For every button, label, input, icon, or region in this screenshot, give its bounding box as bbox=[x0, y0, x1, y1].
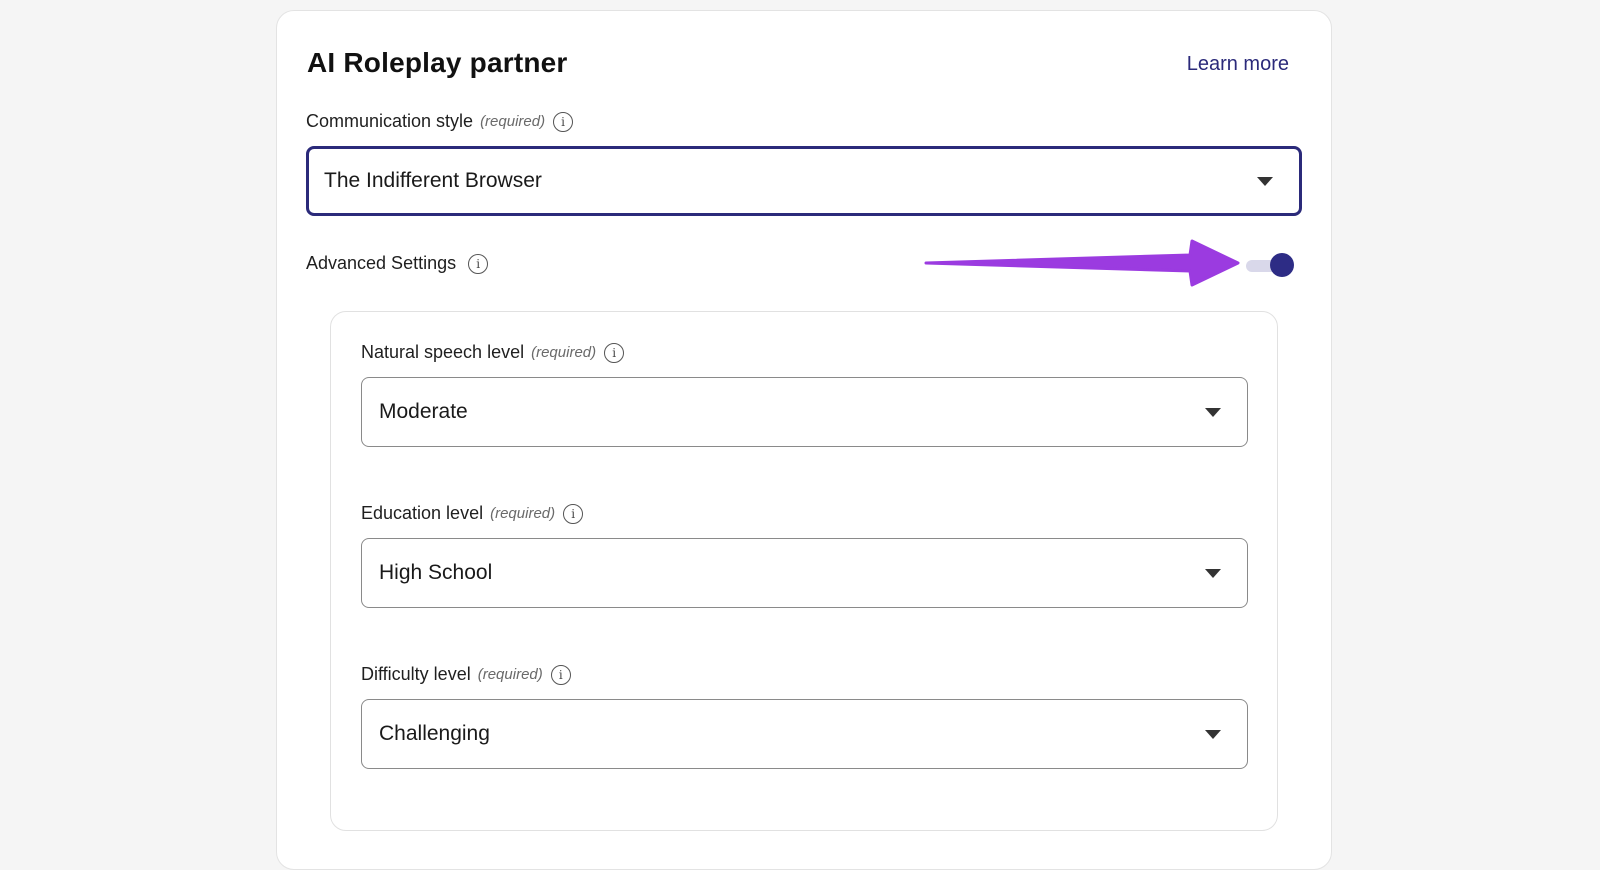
info-icon[interactable]: i bbox=[604, 342, 625, 363]
required-tag: (required) bbox=[531, 344, 597, 361]
info-icon[interactable]: i bbox=[553, 111, 574, 132]
info-icon[interactable]: i bbox=[563, 503, 584, 524]
communication-style-label-text: Communication style bbox=[306, 111, 474, 131]
required-tag: (required) bbox=[480, 113, 546, 130]
arrow-annotation-shape bbox=[924, 239, 1240, 287]
chevron-down-icon bbox=[1205, 569, 1221, 578]
learn-more-link[interactable]: Learn more bbox=[1187, 53, 1289, 76]
communication-style-value: The Indifferent Browser bbox=[324, 169, 542, 192]
advanced-settings-label-text: Advanced Settings bbox=[306, 253, 457, 273]
card-title: AI Roleplay partner bbox=[307, 47, 568, 78]
chevron-down-icon bbox=[1257, 177, 1273, 186]
education-label: Education level (required) i bbox=[361, 503, 584, 524]
education-select[interactable]: High School bbox=[361, 538, 1248, 608]
advanced-settings-toggle[interactable] bbox=[1246, 253, 1296, 279]
arrow-annotation bbox=[924, 239, 1240, 287]
difficulty-value: Challenging bbox=[379, 722, 490, 745]
communication-style-label: Communication style (required) i bbox=[306, 111, 574, 132]
natural-speech-label-text: Natural speech level bbox=[361, 342, 525, 362]
chevron-down-icon bbox=[1205, 730, 1221, 739]
chevron-down-icon bbox=[1205, 408, 1221, 417]
natural-speech-label: Natural speech level (required) i bbox=[361, 342, 625, 363]
natural-speech-value: Moderate bbox=[379, 400, 468, 423]
natural-speech-select[interactable]: Moderate bbox=[361, 377, 1248, 447]
info-icon[interactable]: i bbox=[550, 664, 571, 685]
required-tag: (required) bbox=[490, 505, 556, 522]
toggle-knob bbox=[1270, 253, 1294, 277]
required-tag: (required) bbox=[477, 666, 543, 683]
difficulty-label: Difficulty level (required) i bbox=[361, 664, 571, 685]
education-value: High School bbox=[379, 561, 493, 584]
info-icon[interactable]: i bbox=[468, 253, 489, 274]
difficulty-label-text: Difficulty level bbox=[361, 664, 471, 684]
difficulty-select[interactable]: Challenging bbox=[361, 699, 1248, 769]
advanced-settings-label: Advanced Settings i bbox=[306, 253, 489, 274]
communication-style-select[interactable]: The Indifferent Browser bbox=[306, 146, 1302, 216]
education-label-text: Education level bbox=[361, 503, 484, 523]
